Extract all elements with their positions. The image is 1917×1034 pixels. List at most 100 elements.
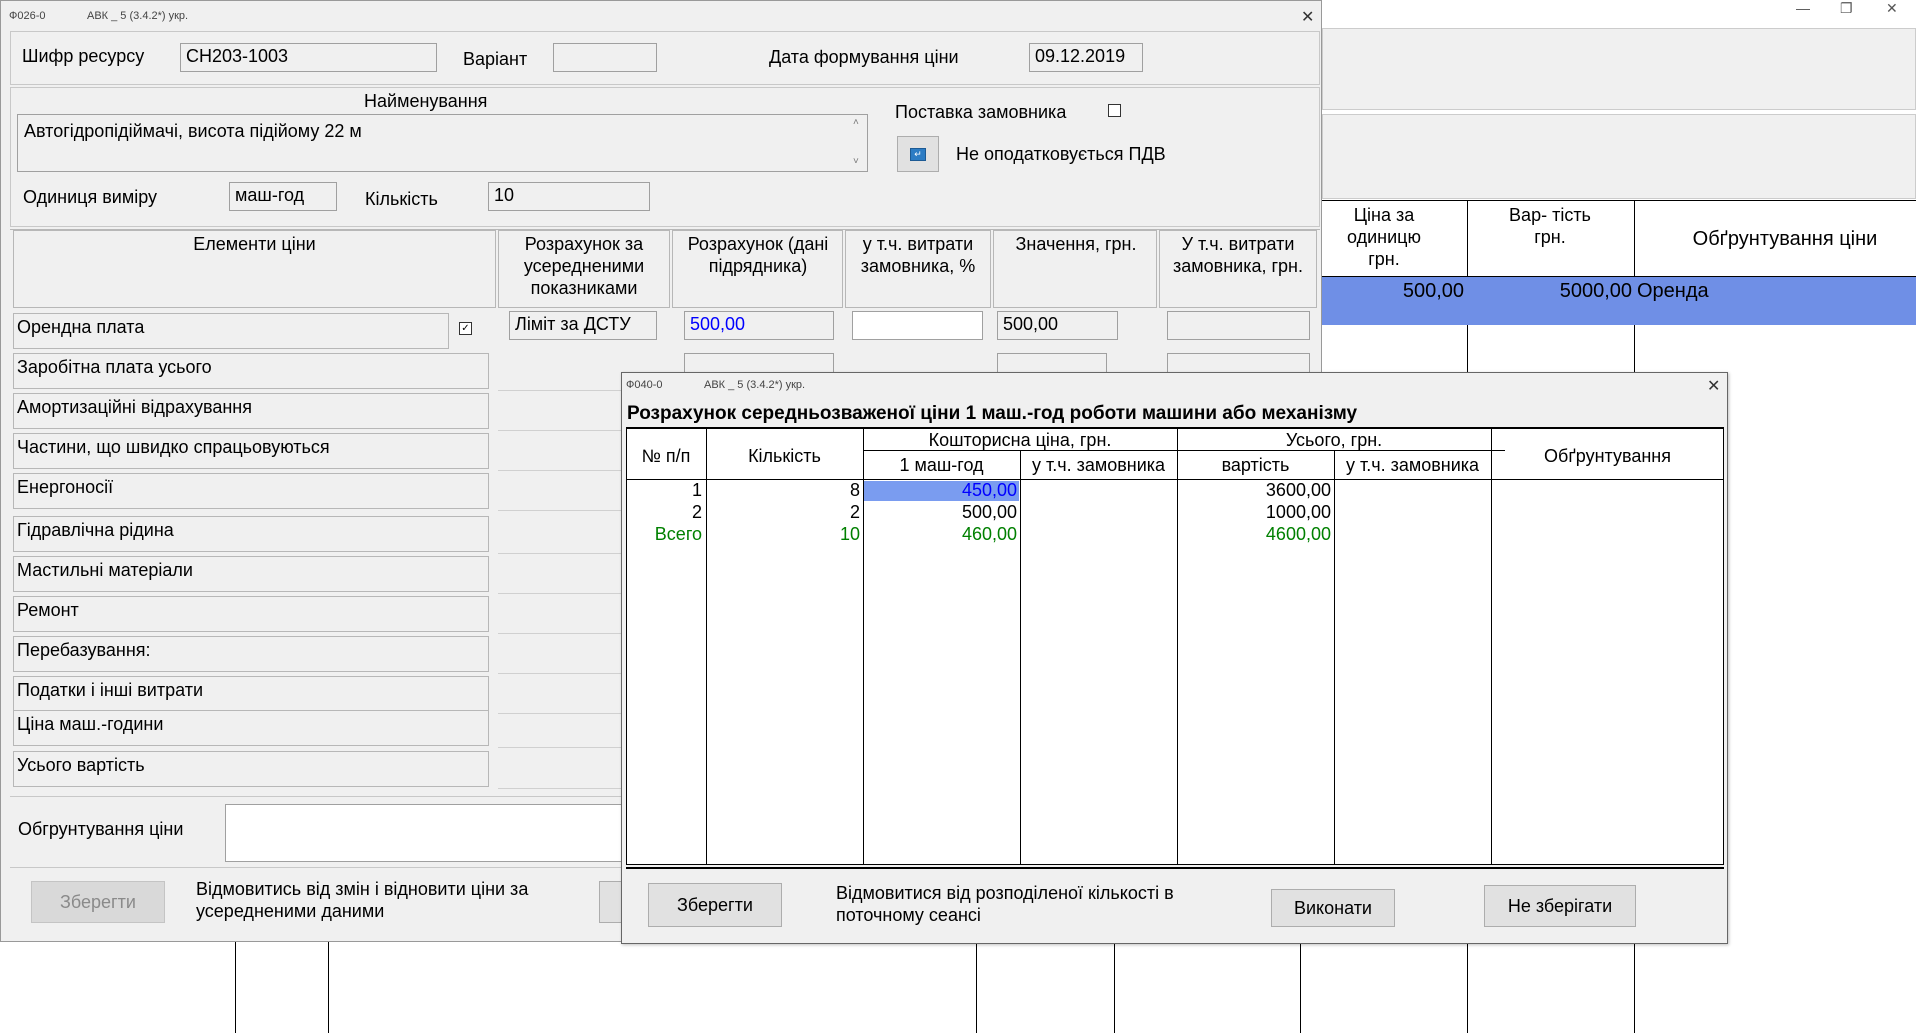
outer-close-button[interactable]: ✕ (1886, 0, 1906, 17)
save-button[interactable]: Зберегти (31, 881, 165, 923)
date-field[interactable]: 09.12.2019 (1029, 43, 1143, 72)
col-est-group: Кошторисна ціна, грн. (928, 430, 1112, 450)
footer-line (626, 867, 1724, 869)
averaged-cell (498, 636, 622, 674)
averaged-cell (498, 516, 622, 554)
price-element-row: Гідравлічна рідина (13, 516, 489, 552)
header-averaged: Розрахунок за усередненими показниками (523, 234, 645, 298)
price-element-row: Перебазування: (13, 636, 489, 672)
row1-qty: 8 (849, 480, 860, 500)
row2-num: 2 (691, 502, 702, 522)
reason-field[interactable] (225, 804, 625, 862)
code-field[interactable]: СН203-1003 (180, 43, 437, 72)
row1-num: 1 (691, 480, 702, 500)
price-element-row: Частини, що швидко спрацьовуються (13, 433, 489, 469)
price-element-label: Перебазування: (17, 640, 151, 660)
scroll-down-icon[interactable]: ˅ (853, 156, 859, 167)
reason-label: Обгрунтування ціни (18, 819, 184, 839)
header-contractor: Розрахунок (дані підрядника) (687, 234, 829, 276)
refuse-text: Відмовитися від розподіленої кількості в… (836, 883, 1174, 925)
total-label: Всего (654, 524, 702, 544)
name-label: Найменування (364, 91, 488, 111)
grid-header-price: Ціна за одиницю грн. (1347, 205, 1421, 269)
name-field[interactable]: Автогідропідіймачі, висота підійому 22 м (17, 114, 868, 172)
price-element-label: Амортизаційні відрахування (17, 397, 252, 417)
col-incl-customer: у т.ч. замовника (1031, 455, 1166, 475)
nosave-button[interactable]: Не зберігати (1484, 885, 1636, 927)
rent-value-field[interactable]: 500,00 (997, 311, 1118, 340)
price-element-label: Ремонт (17, 600, 79, 620)
restore-button[interactable]: ❐ (1840, 0, 1860, 17)
price-element-row: Ціна маш.-години (13, 710, 489, 746)
calc-save-button[interactable]: Зберегти (648, 883, 782, 927)
averaged-cell (498, 596, 622, 634)
col-cost: вартість (1221, 455, 1290, 475)
price-element-label: Податки і інші витрати (17, 680, 204, 700)
grid-header-reason: Обґрунтування ціни (1692, 228, 1878, 250)
outer-panel-top (1322, 28, 1916, 110)
averaged-cell (498, 473, 622, 511)
averaged-cell (498, 676, 622, 714)
header-customer-uah: У т.ч. витрати замовника, грн. (1172, 234, 1303, 276)
rent-limit-field[interactable]: Ліміт за ДСТУ (509, 311, 657, 340)
form026-app: АВК _ 5 (3.4.2*) укр. (87, 10, 189, 22)
row2-price[interactable]: 500,00 (863, 502, 1017, 523)
qty-field[interactable]: 10 (488, 182, 650, 211)
averaged-cell (498, 353, 622, 391)
price-element-label: Ціна маш.-години (17, 714, 164, 734)
price-element-label: Усього вартість (17, 755, 145, 775)
table-line (1334, 450, 1335, 865)
averaged-cell (498, 556, 622, 594)
scroll-up-icon[interactable]: ˄ (853, 117, 859, 128)
total-price: 460,00 (961, 524, 1017, 544)
table-line (1020, 450, 1021, 865)
checkbox-icon[interactable]: ✓ (459, 322, 472, 335)
unit-label: Одиниця виміру (23, 187, 158, 207)
bg-grid-line (976, 940, 977, 1033)
grid-cell-reason: Оренда (1637, 280, 1709, 302)
form026-close-button[interactable]: ✕ (1301, 7, 1314, 27)
total-qty: 10 (839, 524, 860, 544)
run-button[interactable]: Виконати (1271, 889, 1395, 927)
price-element-row: Мастильні матеріали (13, 556, 489, 592)
header-customer-pct: у т.ч. витрати замовника, % (860, 234, 976, 276)
price-element-label: Частини, що швидко спрацьовуються (17, 437, 330, 457)
revert-text: Відмовитись від змін і відновити ціни за… (196, 879, 529, 921)
grid-cell-cost: 5000,00 (1559, 280, 1632, 302)
vat-button[interactable]: ↵ (897, 136, 939, 172)
date-label: Дата формування ціни (769, 47, 959, 67)
total-cost: 4600,00 (1265, 524, 1331, 544)
averaged-cell (498, 433, 622, 471)
supply-label: Поставка замовника (895, 102, 1067, 122)
variant-field[interactable] (553, 43, 657, 72)
averaged-cell (498, 751, 622, 789)
table-line (1491, 428, 1492, 865)
rent-contractor-field[interactable]: 500,00 (684, 311, 834, 340)
grid-header-cost: Вар- тість грн. (1509, 205, 1591, 247)
minimize-button[interactable]: — (1796, 0, 1816, 16)
price-element-row: Податки і інші витрати (13, 676, 489, 712)
col-qty: Кількість (748, 446, 821, 466)
price-element-label: Гідравлічна рідина (17, 520, 174, 540)
row2-qty: 2 (849, 502, 860, 522)
price-element-row: Ремонт (13, 596, 489, 632)
form040-heading: Розрахунок середньозваженої ціни 1 маш.-… (627, 403, 1358, 424)
unit-field[interactable]: маш-год (229, 182, 337, 211)
code-label: Шифр ресурсу (22, 46, 145, 66)
variant-label: Варіант (463, 49, 528, 69)
price-element-row: Усього вартість (13, 751, 489, 787)
header-elements: Елементи ціни (193, 234, 316, 254)
rent-pct-field[interactable] (852, 311, 983, 340)
form040-title: Ф040-0 (626, 379, 663, 391)
col-total-group: Усього, грн. (1285, 430, 1383, 450)
price-element-label: Мастильні матеріали (17, 560, 193, 580)
price-element-row: Заробітна плата усього (13, 353, 489, 389)
form040-close-button[interactable]: ✕ (1707, 376, 1720, 396)
row2-cost: 1000,00 (1265, 502, 1331, 522)
bg-grid-line (328, 940, 329, 1033)
checkbox-icon[interactable] (1108, 104, 1121, 117)
col-num: № п/п (641, 446, 691, 466)
rent-customer-field[interactable] (1167, 311, 1310, 340)
row1-price[interactable]: 450,00 (863, 480, 1017, 501)
form026-title: Ф026-0 (9, 10, 46, 22)
